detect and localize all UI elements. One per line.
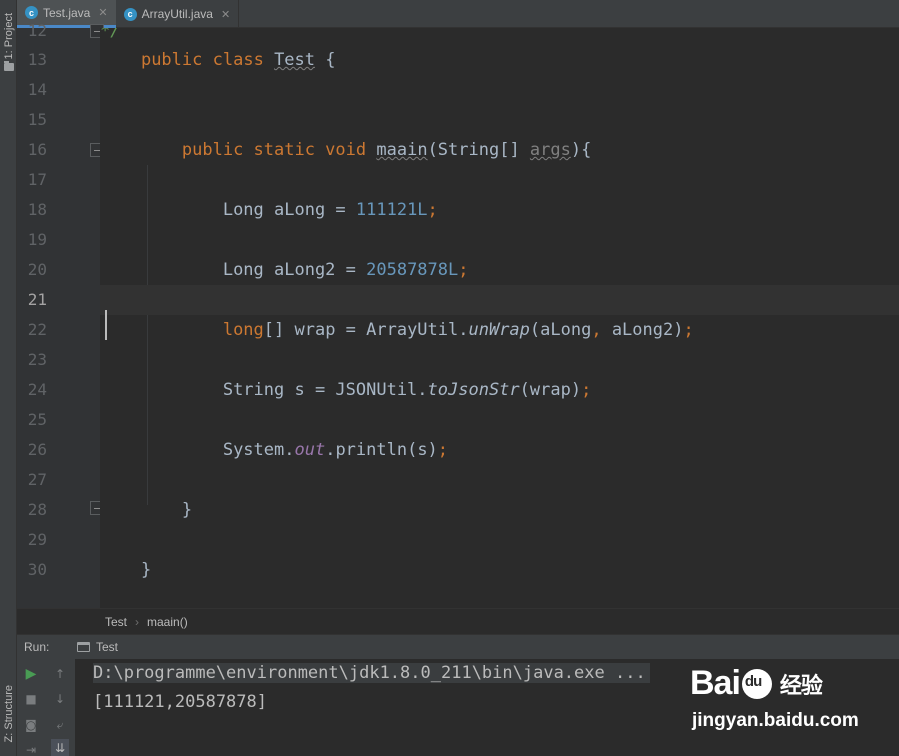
run-toolbar: ▶ ↑ ■ ↓ ◙ ⤶ ⇥ ⇊ bbox=[17, 659, 75, 756]
left-tool-strip: 1: Project Z: Structure bbox=[0, 0, 17, 756]
arrow-up-icon[interactable]: ↑ bbox=[51, 665, 69, 683]
line-number: 22 bbox=[27, 320, 47, 339]
scroll-to-end-icon[interactable]: ⇊ bbox=[51, 739, 69, 756]
line-number: 28 bbox=[27, 500, 47, 519]
tab-arrayutil-java[interactable]: c ArrayUtil.java ✕ bbox=[116, 0, 240, 28]
line-number: 27 bbox=[27, 470, 47, 489]
code-line-26: System.out.println(s); bbox=[222, 440, 449, 460]
console-output-line: [111121,20587878] bbox=[93, 692, 267, 712]
tab-label: ArrayUtil.java bbox=[141, 7, 213, 21]
line-number: 15 bbox=[27, 110, 47, 129]
arrow-down-icon[interactable]: ↓ bbox=[51, 690, 69, 708]
line-number: 17 bbox=[27, 170, 47, 189]
line-number: 14 bbox=[27, 80, 47, 99]
run-label: Run: bbox=[24, 640, 50, 654]
baidu-jingyan-watermark: Bai经验 jingyan.baidu.com bbox=[690, 660, 860, 740]
restore-layout-icon[interactable]: ⇥ bbox=[22, 741, 40, 756]
run-tab-test[interactable]: Test bbox=[77, 640, 118, 654]
line-number: 13 bbox=[27, 50, 47, 69]
line-number: 18 bbox=[27, 200, 47, 219]
code-line-30: } bbox=[140, 560, 152, 580]
code-line-20: Long aLong2 = 20587878L; bbox=[222, 260, 469, 280]
breadcrumb: Test › maain() bbox=[17, 608, 899, 634]
breadcrumb-separator: › bbox=[135, 614, 140, 629]
watermark-url: jingyan.baidu.com bbox=[692, 710, 859, 731]
run-tab-label: Test bbox=[96, 640, 119, 654]
class-name: Test bbox=[274, 50, 316, 70]
line-number: 12 bbox=[27, 21, 47, 40]
code-line-18: Long aLong = 111121L; bbox=[222, 200, 438, 220]
project-tool-tab[interactable]: 1: Project bbox=[0, 2, 17, 82]
line-number: 25 bbox=[27, 410, 47, 429]
folder-icon bbox=[3, 61, 14, 72]
close-icon[interactable]: ✕ bbox=[98, 6, 107, 19]
structure-tool-tab[interactable]: Z: Structure bbox=[0, 672, 17, 756]
line-number: 23 bbox=[27, 350, 47, 369]
tab-label: Test.java bbox=[43, 5, 91, 20]
java-class-icon: c bbox=[123, 7, 137, 21]
line-number-current: 21 bbox=[27, 290, 47, 309]
project-tool-label: 1: Project bbox=[2, 12, 15, 60]
code-line-12: */ bbox=[100, 28, 121, 41]
baidu-logo: Bai经验 bbox=[690, 664, 823, 703]
camera-icon[interactable]: ◙ bbox=[22, 716, 40, 734]
line-number: 30 bbox=[27, 560, 47, 579]
code-line-21-current bbox=[100, 285, 899, 315]
close-icon[interactable]: ✕ bbox=[221, 8, 230, 21]
structure-tool-label: Z: Structure bbox=[2, 685, 15, 743]
code-line-24: String s = JSONUtil.toJsonStr(wrap); bbox=[222, 380, 592, 400]
breadcrumb-class[interactable]: Test bbox=[105, 615, 127, 629]
code-line-16: public static void maain(String[] args){ bbox=[181, 140, 592, 160]
code-line-13: public class Test { bbox=[140, 50, 336, 70]
line-number-gutter[interactable]: 12 13 14 15 16 17 18 19 20 21 22 23 24 2… bbox=[17, 21, 104, 608]
soft-wrap-icon[interactable]: ⤶ bbox=[51, 716, 69, 734]
stop-icon[interactable]: ■ bbox=[22, 690, 40, 708]
line-number: 26 bbox=[27, 440, 47, 459]
line-number: 19 bbox=[27, 230, 47, 249]
editor-tab-bar: c Test.java ✕ c ArrayUtil.java ✕ bbox=[17, 0, 899, 28]
console-command-line: D:\programme\environment\jdk1.8.0_211\bi… bbox=[93, 663, 650, 683]
breadcrumb-method[interactable]: maain() bbox=[147, 615, 188, 629]
line-number: 29 bbox=[27, 530, 47, 549]
run-panel-header: Run: Test bbox=[17, 634, 899, 659]
rerun-icon[interactable]: ▶ bbox=[22, 665, 40, 683]
method-name: maain bbox=[376, 140, 428, 160]
line-number: 16 bbox=[27, 140, 47, 159]
code-line-28: } bbox=[181, 500, 193, 520]
code-line-22: long[] wrap = ArrayUtil.unWrap(aLong, aL… bbox=[222, 320, 694, 340]
run-config-icon bbox=[77, 642, 90, 652]
line-number: 24 bbox=[27, 380, 47, 399]
line-number: 20 bbox=[27, 260, 47, 279]
paw-icon bbox=[741, 668, 772, 699]
code-editor[interactable]: */ public class Test { public static voi… bbox=[100, 28, 899, 608]
